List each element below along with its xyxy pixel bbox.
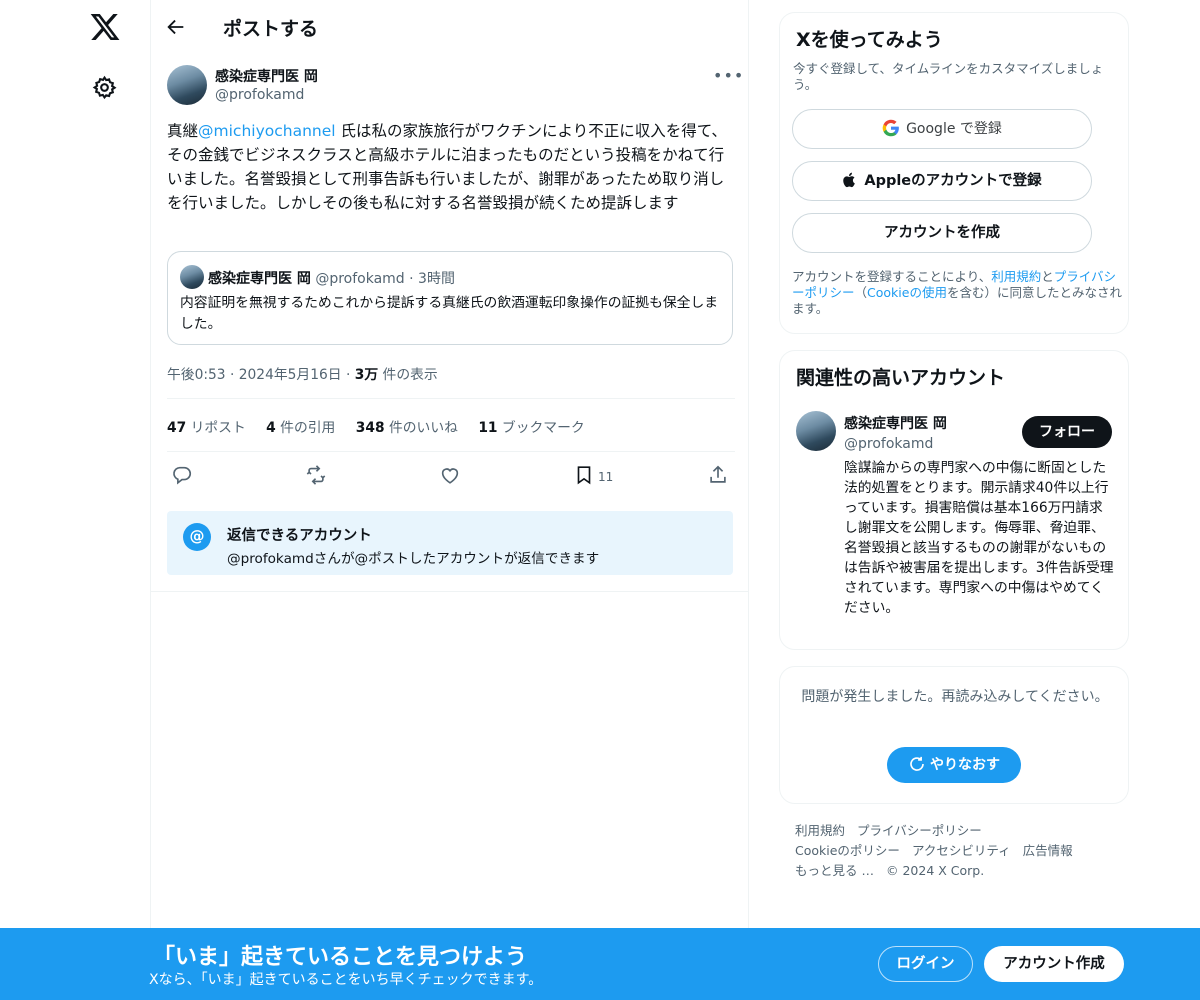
gear-icon[interactable] bbox=[92, 75, 117, 100]
related-accounts-card: 関連性の高いアカウント 感染症専門医 岡 @profokamd フォロー 陰謀論… bbox=[779, 350, 1129, 650]
reply-restriction-title: 返信できるアカウント bbox=[227, 528, 372, 544]
avatar[interactable] bbox=[167, 65, 207, 105]
apple-signup-button[interactable]: Appleのアカウントで登録 bbox=[792, 161, 1092, 201]
views-count: 3万 bbox=[354, 367, 379, 383]
more-horizontal-icon[interactable]: ••• bbox=[713, 66, 744, 85]
quote-time: 3時間 bbox=[418, 271, 455, 287]
footer-links: 利用規約 プライバシーポリシー Cookieのポリシー アクセシビリティ 広告情報 も… bbox=[795, 821, 1125, 881]
signup-subtitle: 今すぐ登録して、タイムラインをカスタマイズしましょう。 bbox=[793, 61, 1104, 92]
stat-reposts[interactable]: 47 リポスト bbox=[167, 420, 246, 436]
signup-button[interactable]: アカウント作成 bbox=[984, 946, 1124, 982]
banner-title: 「いま」起きていることを見つけよう bbox=[153, 945, 528, 970]
google-icon bbox=[882, 119, 899, 136]
google-signup-button[interactable]: Google で登録 bbox=[792, 109, 1092, 149]
reply-icon[interactable] bbox=[171, 464, 197, 490]
post-text: 真継@michiyochannel 氏は私の家族旅行がワクチンにより不正に収入を… bbox=[167, 122, 727, 212]
footer-link-privacy[interactable]: プライバシーポリシー bbox=[857, 823, 982, 838]
footer-link-terms[interactable]: 利用規約 bbox=[795, 823, 845, 838]
footer-link-more[interactable]: もっと見る … bbox=[795, 863, 874, 878]
footer-copyright: © 2024 X Corp. bbox=[885, 863, 985, 878]
error-message: 問題が発生しました。再読み込みしてください。 bbox=[801, 689, 1109, 705]
reply-restriction-notice: @ 返信できるアカウント @profokamdさんが@ポストしたアカウントが返信… bbox=[167, 511, 733, 575]
login-button[interactable]: ログイン bbox=[878, 946, 973, 982]
signup-title: Xを使ってみよう bbox=[796, 29, 943, 51]
quote-author-handle: @profokamd bbox=[315, 271, 405, 287]
refresh-icon bbox=[910, 756, 924, 771]
post-stats: 47 リポスト 4 件の引用 348 件のいいね 11 ブックマーク bbox=[167, 416, 601, 436]
post-author-name[interactable]: 感染症専門医 岡 bbox=[215, 66, 318, 86]
post-author-handle[interactable]: @profokamd bbox=[215, 87, 304, 103]
footer-link-cookie[interactable]: Cookieのポリシー bbox=[795, 843, 900, 858]
quote-header: 感染症専門医 岡 @profokamd · 3時間 bbox=[208, 271, 455, 287]
footer-link-ads[interactable]: 広告情報 bbox=[1023, 843, 1073, 858]
divider bbox=[167, 451, 735, 452]
bookmark-icon[interactable] bbox=[573, 464, 599, 490]
related-account-name[interactable]: 感染症専門医 岡 bbox=[844, 413, 947, 433]
related-accounts-title: 関連性の高いアカウント bbox=[796, 367, 1006, 389]
footer-link-accessibility[interactable]: アクセシビリティ bbox=[912, 843, 1011, 858]
x-logo-icon[interactable] bbox=[89, 11, 121, 43]
page-title: ポストする bbox=[223, 18, 319, 40]
error-card: 問題が発生しました。再読み込みしてください。 やりなおす bbox=[779, 666, 1129, 804]
stat-quotes[interactable]: 4 件の引用 bbox=[266, 420, 335, 436]
heart-icon[interactable] bbox=[439, 464, 465, 490]
left-nav bbox=[0, 0, 150, 1000]
avatar bbox=[180, 265, 204, 289]
stat-bookmarks[interactable]: 11 ブックマーク bbox=[478, 420, 584, 436]
post-timestamp: 午後0:53 · 2024年5月16日 · 3万 件の表示 bbox=[167, 367, 438, 383]
related-account-bio: 陰謀論からの専門家への中傷に断固とした法的処置をとります。開示請求40件以上行っ… bbox=[844, 460, 1114, 616]
post-actions: 11 bbox=[167, 462, 735, 490]
header-bar: ポストする bbox=[151, 0, 749, 54]
repost-icon[interactable] bbox=[305, 464, 331, 490]
mention-link[interactable]: @michiyochannel bbox=[198, 122, 336, 140]
follow-button[interactable]: フォロー bbox=[1022, 416, 1112, 448]
divider bbox=[167, 398, 735, 399]
at-sign-icon: @ bbox=[183, 523, 211, 551]
quoted-post[interactable]: 感染症専門医 岡 @profokamd · 3時間 内容証明を無視するためこれか… bbox=[167, 251, 733, 345]
banner-subtitle: Xなら、「いま」起きていることをいち早くチェックできます。 bbox=[149, 972, 543, 988]
reply-restriction-desc: @profokamdさんが@ポストしたアカウントが返信できます bbox=[227, 551, 600, 567]
stat-likes[interactable]: 348 件のいいね bbox=[356, 420, 458, 436]
cookie-link[interactable]: Cookieの使用 bbox=[867, 285, 947, 300]
retry-button[interactable]: やりなおす bbox=[887, 747, 1021, 783]
signup-card: Xを使ってみよう 今すぐ登録して、タイムラインをカスタマイズしましょう。 Goo… bbox=[779, 12, 1129, 334]
quote-text: 内容証明を無視するためこれから提訴する真継氏の飲酒運転印象操作の証拠も保全しまし… bbox=[180, 295, 719, 332]
related-account-handle[interactable]: @profokamd bbox=[844, 436, 933, 452]
share-icon[interactable] bbox=[707, 464, 733, 490]
apple-icon bbox=[843, 172, 856, 187]
avatar[interactable] bbox=[796, 411, 836, 451]
quote-author-name: 感染症専門医 岡 bbox=[208, 271, 311, 287]
bookmark-count: 11 bbox=[598, 470, 614, 484]
arrow-left-icon[interactable] bbox=[165, 16, 187, 38]
divider bbox=[151, 591, 749, 592]
main-column: ポストする 感染症専門医 岡 @profokamd ••• 真継@michiyo… bbox=[150, 0, 749, 1000]
create-account-button[interactable]: アカウントを作成 bbox=[792, 213, 1092, 253]
bottom-banner: 「いま」起きていることを見つけよう Xなら、「いま」起きていることをいち早くチェ… bbox=[0, 928, 1200, 1000]
terms-link[interactable]: 利用規約 bbox=[991, 269, 1041, 284]
signup-legal-text: アカウントを登録することにより、利用規約とプライバシーポリシー（Cookieの使… bbox=[792, 269, 1122, 316]
